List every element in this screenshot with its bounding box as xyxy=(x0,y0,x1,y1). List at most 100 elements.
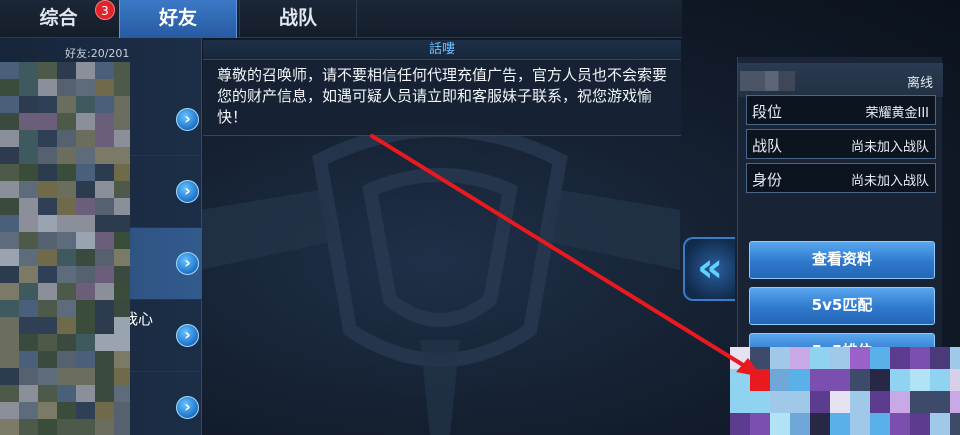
mosaic-tile xyxy=(890,391,910,413)
tab-friends[interactable]: 好友 xyxy=(119,0,237,38)
mosaic-tile xyxy=(19,62,38,79)
mosaic-tile xyxy=(19,402,38,419)
mosaic-tile xyxy=(930,369,950,391)
mosaic-tile xyxy=(0,317,19,334)
mosaic-tile xyxy=(0,164,19,181)
mosaic-tile xyxy=(19,249,38,266)
identity-label: 身份 xyxy=(752,171,783,189)
mosaic-tile xyxy=(790,413,810,435)
chevron-right-icon[interactable]: › xyxy=(176,324,199,347)
mosaic-tile xyxy=(810,369,830,391)
mosaic-tile xyxy=(890,413,910,435)
team-value: 尚未加入战队 xyxy=(850,140,929,155)
rank-label: 段位 xyxy=(752,103,783,121)
mosaic-tile xyxy=(57,249,76,266)
mosaic-tile xyxy=(38,147,57,164)
mosaic-tile xyxy=(38,419,57,435)
mosaic-tile xyxy=(930,391,950,413)
mosaic-tile xyxy=(38,79,57,96)
mosaic-tile xyxy=(95,130,114,147)
mosaic-tile xyxy=(114,334,130,351)
chevron-right-icon[interactable]: › xyxy=(176,396,199,419)
mosaic-tile xyxy=(770,391,790,413)
mosaic-tile xyxy=(770,347,790,369)
mosaic-tile xyxy=(76,368,95,385)
mosaic-tile xyxy=(19,351,38,368)
mosaic-tile xyxy=(19,113,38,130)
mosaic-tile xyxy=(76,402,95,419)
5v5-match-button[interactable]: 5v5匹配 xyxy=(749,287,935,325)
mosaic-tile xyxy=(19,300,38,317)
mosaic-tile xyxy=(57,164,76,181)
mosaic-tile xyxy=(0,62,19,79)
mosaic-tile xyxy=(57,283,76,300)
mosaic-tile xyxy=(76,300,95,317)
mosaic-tile xyxy=(95,62,114,79)
mosaic-tile xyxy=(0,334,19,351)
mosaic-tile xyxy=(114,181,130,198)
mosaic-tile xyxy=(19,181,38,198)
chevron-right-icon[interactable]: › xyxy=(176,180,199,203)
mosaic-tile xyxy=(0,385,19,402)
identity-value: 尚未加入战队 xyxy=(850,174,929,189)
mosaic-tile xyxy=(95,419,114,435)
mosaic-tile xyxy=(114,164,130,181)
chevron-right-icon[interactable]: › xyxy=(176,108,199,131)
mosaic-tile xyxy=(114,215,130,232)
mosaic-tile xyxy=(57,232,76,249)
team-row: 战队 尚未加入战队 xyxy=(746,129,936,159)
mosaic-tile xyxy=(95,351,114,368)
notification-badge: 3 xyxy=(95,0,115,20)
mosaic-tile xyxy=(114,130,130,147)
mosaic-tile xyxy=(57,368,76,385)
mosaic-tile xyxy=(57,266,76,283)
mosaic-tile xyxy=(930,347,950,369)
mosaic-tile xyxy=(76,181,95,198)
mosaic-tile xyxy=(770,413,790,435)
mosaic-tile xyxy=(114,198,130,215)
mosaic-tile xyxy=(19,198,38,215)
mosaic-tile xyxy=(870,391,890,413)
mosaic-tile xyxy=(57,334,76,351)
mosaic-tile xyxy=(870,413,890,435)
notice-text: 尊敬的召唤师，请不要相信任何代理充值广告，官方人员也不会索要您的财产信息，如遇可… xyxy=(217,66,668,126)
tab-team[interactable]: 战队 xyxy=(239,0,357,38)
mosaic-tile xyxy=(0,147,19,164)
mosaic-tile xyxy=(95,164,114,181)
mosaic-tile xyxy=(114,113,130,130)
mosaic-tile xyxy=(19,215,38,232)
mosaic-tile xyxy=(730,391,750,413)
mosaic-tile xyxy=(0,232,19,249)
mosaic-tile xyxy=(38,215,57,232)
mosaic-tile xyxy=(38,198,57,215)
mosaic-tile xyxy=(19,385,38,402)
mosaic-tile xyxy=(0,130,19,147)
mosaic-tile xyxy=(19,96,38,113)
mosaic-tile xyxy=(0,96,19,113)
mosaic-tile xyxy=(57,181,76,198)
mosaic-tile xyxy=(810,347,830,369)
mosaic-tile xyxy=(76,317,95,334)
mosaic-tile xyxy=(750,391,770,413)
mosaic-tile xyxy=(950,347,960,369)
mosaic-tile xyxy=(19,283,38,300)
mosaic-tile xyxy=(910,413,930,435)
mosaic-tile xyxy=(850,347,870,369)
tab-general-label: 综合 xyxy=(39,7,78,29)
rank-row: 段位 荣耀黄金III xyxy=(746,95,936,125)
team-label: 战队 xyxy=(752,137,783,155)
chevron-right-icon[interactable]: › xyxy=(176,252,199,275)
mosaic-tile xyxy=(95,198,114,215)
mosaic-tile xyxy=(0,283,19,300)
mosaic-tile xyxy=(76,147,95,164)
view-profile-button[interactable]: 查看资料 xyxy=(749,241,935,279)
mosaic-tile xyxy=(730,369,750,391)
mosaic-tile xyxy=(38,96,57,113)
mosaic-tile xyxy=(38,113,57,130)
mosaic-tile xyxy=(114,402,130,419)
mosaic-tile xyxy=(950,413,960,435)
mosaic-tile xyxy=(57,62,76,79)
tab-team-label: 战队 xyxy=(278,7,317,29)
mosaic-tile xyxy=(830,347,850,369)
double-chevron-left-icon[interactable]: « xyxy=(683,237,735,301)
